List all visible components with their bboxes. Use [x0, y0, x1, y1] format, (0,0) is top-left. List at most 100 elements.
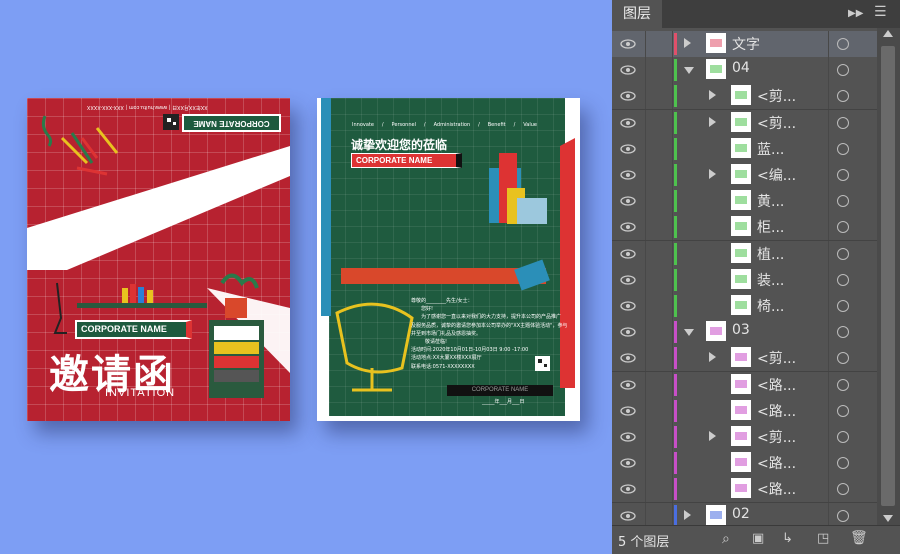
target-circle-icon[interactable] [837, 378, 849, 391]
expand-arrow-icon[interactable] [709, 90, 716, 101]
layer-row[interactable]: <剪... [612, 424, 877, 451]
clipping-mask-icon[interactable]: ▣ [752, 531, 764, 546]
layer-name[interactable]: <路... [757, 479, 796, 499]
layer-row[interactable]: <路... [612, 450, 877, 478]
scroll-up-icon[interactable] [883, 30, 893, 37]
collapse-arrow-icon[interactable] [684, 329, 694, 337]
visibility-eye-icon[interactable] [620, 62, 636, 78]
layer-name[interactable]: <剪... [757, 348, 796, 368]
layer-name[interactable]: 黄... [757, 191, 784, 211]
lock-toggle[interactable] [645, 293, 673, 319]
target-circle-icon[interactable] [837, 169, 849, 181]
locate-object-icon[interactable]: ⌕ [722, 531, 730, 547]
layer-row[interactable]: <编... [612, 162, 877, 189]
lock-toggle[interactable] [645, 450, 673, 477]
visibility-eye-icon[interactable] [620, 272, 636, 288]
visibility-eye-icon[interactable] [620, 481, 636, 497]
layer-name[interactable]: 文字 [732, 34, 760, 54]
target-circle-icon[interactable] [837, 404, 849, 417]
layer-name[interactable]: <路... [757, 375, 796, 395]
expand-arrow-icon[interactable] [709, 352, 716, 363]
lock-toggle[interactable] [645, 188, 673, 215]
tab-layers[interactable]: 图层 [612, 0, 662, 28]
target-circle-icon[interactable] [837, 221, 849, 234]
target-circle-icon[interactable] [837, 247, 849, 260]
visibility-eye-icon[interactable] [620, 36, 636, 52]
layer-row[interactable]: <剪... [612, 345, 877, 373]
layer-name[interactable]: 植... [757, 244, 784, 264]
expand-arrow-icon[interactable] [709, 169, 716, 179]
visibility-eye-icon[interactable] [620, 88, 636, 104]
expand-arrow-icon[interactable] [709, 116, 716, 127]
target-circle-icon[interactable] [837, 352, 849, 365]
target-circle-icon[interactable] [837, 90, 849, 103]
lock-toggle[interactable] [645, 397, 673, 424]
layer-name[interactable]: 椅... [757, 296, 784, 316]
layer-name[interactable]: 装... [757, 270, 784, 290]
lock-toggle[interactable] [645, 240, 673, 267]
layer-row[interactable]: 蓝... [612, 135, 877, 163]
visibility-eye-icon[interactable] [620, 246, 636, 262]
target-circle-icon[interactable] [837, 326, 849, 339]
scroll-thumb[interactable] [881, 46, 895, 506]
visibility-eye-icon[interactable] [620, 298, 636, 314]
visibility-eye-icon[interactable] [620, 377, 636, 393]
layer-name[interactable]: <剪... [757, 113, 796, 133]
layer-name[interactable]: <剪... [757, 86, 796, 106]
layer-row[interactable]: <路... [612, 476, 877, 504]
lock-toggle[interactable] [645, 162, 673, 188]
target-circle-icon[interactable] [837, 273, 849, 286]
lock-toggle[interactable] [645, 266, 673, 293]
layer-row[interactable]: 04 [612, 57, 877, 85]
target-circle-icon[interactable] [837, 64, 849, 77]
layer-row[interactable]: <剪... [612, 83, 877, 111]
layer-row[interactable]: 黄... [612, 188, 877, 216]
collapse-panel-icon[interactable]: ▶▶ [848, 8, 863, 19]
panel-menu-icon[interactable]: ☰ [874, 4, 887, 20]
layer-row[interactable]: 装... [612, 266, 877, 294]
layer-row[interactable]: 植... [612, 240, 877, 268]
target-circle-icon[interactable] [837, 195, 849, 208]
visibility-eye-icon[interactable] [620, 508, 636, 524]
target-circle-icon[interactable] [837, 509, 849, 522]
red-invitation-artboard[interactable]: XX年XX月XX日 | www.huitu.com | XXX-XXX-XXXX… [27, 98, 290, 421]
target-circle-icon[interactable] [837, 300, 849, 312]
expand-arrow-icon[interactable] [684, 509, 691, 520]
visibility-eye-icon[interactable] [620, 403, 636, 419]
lock-toggle[interactable] [645, 31, 673, 57]
layer-row[interactable]: <路... [612, 371, 877, 399]
visibility-eye-icon[interactable] [620, 193, 636, 209]
layer-name[interactable]: 04 [732, 60, 750, 76]
layer-row[interactable]: <路... [612, 397, 877, 425]
target-circle-icon[interactable] [837, 483, 849, 496]
layer-name[interactable]: <路... [757, 453, 796, 473]
green-invitation-artboard[interactable]: Innovate / Personnel / Administration / … [317, 98, 580, 421]
collapse-arrow-icon[interactable] [684, 67, 694, 75]
layer-row[interactable]: <剪... [612, 109, 877, 137]
lock-toggle[interactable] [645, 371, 673, 398]
lock-toggle[interactable] [645, 345, 673, 372]
target-circle-icon[interactable] [837, 457, 849, 470]
expand-arrow-icon[interactable] [684, 38, 691, 48]
scroll-down-icon[interactable] [883, 515, 893, 522]
visibility-eye-icon[interactable] [620, 219, 636, 235]
lock-toggle[interactable] [645, 476, 673, 503]
lock-toggle[interactable] [645, 57, 673, 84]
lock-toggle[interactable] [645, 319, 673, 346]
target-circle-icon[interactable] [837, 38, 849, 50]
expand-arrow-icon[interactable] [709, 431, 716, 441]
lock-toggle[interactable] [645, 83, 673, 110]
layer-name[interactable]: <剪... [757, 427, 796, 447]
visibility-eye-icon[interactable] [620, 115, 636, 131]
lock-toggle[interactable] [645, 424, 673, 450]
visibility-eye-icon[interactable] [620, 324, 636, 340]
layer-row[interactable]: 03 [612, 319, 877, 347]
delete-layer-icon[interactable]: 🗑 [850, 530, 868, 546]
visibility-eye-icon[interactable] [620, 429, 636, 445]
visibility-eye-icon[interactable] [620, 350, 636, 366]
layer-name[interactable]: 柜... [757, 217, 784, 237]
visibility-eye-icon[interactable] [620, 455, 636, 471]
lock-toggle[interactable] [645, 109, 673, 136]
layer-name[interactable]: 03 [732, 322, 750, 338]
layer-name[interactable]: 蓝... [757, 139, 784, 159]
